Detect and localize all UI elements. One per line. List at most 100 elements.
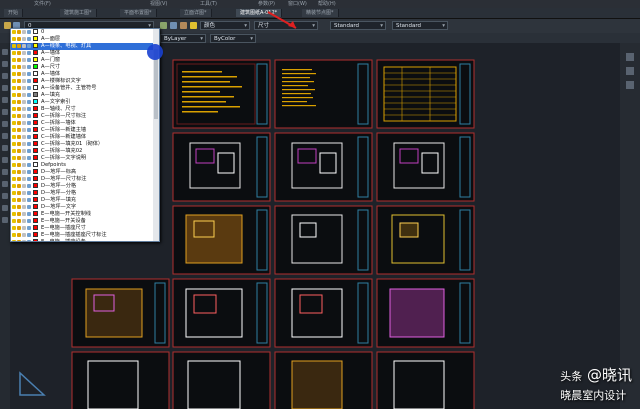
- lock-icon[interactable]: [22, 155, 26, 160]
- sun-icon[interactable]: [17, 43, 21, 48]
- plot-icon[interactable]: [27, 57, 31, 62]
- plot-icon[interactable]: [27, 162, 31, 167]
- lock-icon[interactable]: [22, 36, 26, 41]
- block-tool-icon[interactable]: [2, 133, 8, 139]
- sun-icon[interactable]: [17, 225, 21, 230]
- plot-icon[interactable]: [27, 183, 31, 188]
- lock-icon[interactable]: [22, 43, 26, 48]
- lock-icon[interactable]: [22, 50, 26, 55]
- plotstyle-dropdown[interactable]: ByColor ▾: [210, 34, 256, 43]
- layer-item[interactable]: A—设备管井、主管符号: [11, 85, 159, 92]
- sun-icon[interactable]: [17, 162, 21, 167]
- bulb-icon[interactable]: [12, 85, 16, 90]
- plan-sheet[interactable]: [71, 278, 170, 348]
- lock-icon[interactable]: [22, 99, 26, 104]
- sun-icon[interactable]: [17, 92, 21, 97]
- menu-tools[interactable]: 工具(T): [200, 0, 217, 8]
- bulb-icon[interactable]: [12, 29, 16, 34]
- layer-item[interactable]: C—拆除—新建墙体: [11, 134, 159, 141]
- text-tool-icon[interactable]: [2, 121, 8, 127]
- bulb-icon[interactable]: [12, 78, 16, 83]
- color-dropdown[interactable]: 颜色 ▾: [200, 21, 250, 30]
- layer-item[interactable]: 0: [11, 29, 159, 36]
- plot-icon[interactable]: [27, 225, 31, 230]
- lock-icon[interactable]: [22, 148, 26, 153]
- bulb-icon[interactable]: [12, 43, 16, 48]
- plot-icon[interactable]: [27, 29, 31, 34]
- circle-tool-icon[interactable]: [2, 73, 8, 79]
- layer-item[interactable]: A—线条、电视、灯具: [11, 43, 159, 50]
- bulb-icon[interactable]: [12, 190, 16, 195]
- tab-drawing-2[interactable]: 平面布置图*: [120, 9, 157, 17]
- lock-icon[interactable]: [22, 183, 26, 188]
- layer-item[interactable]: E—电施—插座设备: [11, 239, 159, 241]
- layer-item[interactable]: E—电施—开关设备: [11, 218, 159, 225]
- layer-item[interactable]: A—文字索引: [11, 99, 159, 106]
- layer-item[interactable]: E—电施—插座插座尺寸标注: [11, 232, 159, 239]
- layer-previous-icon[interactable]: [170, 22, 177, 29]
- sun-icon[interactable]: [17, 99, 21, 104]
- sun-icon[interactable]: [17, 239, 21, 241]
- menu-view[interactable]: 视图(V): [150, 0, 167, 8]
- plan-sheet[interactable]: [172, 132, 271, 202]
- plot-icon[interactable]: [27, 85, 31, 90]
- plan-sheet[interactable]: [274, 205, 373, 275]
- color-swatch-icon[interactable]: [190, 22, 197, 29]
- layer-item[interactable]: C—拆除—填充02: [11, 148, 159, 155]
- lock-icon[interactable]: [22, 239, 26, 241]
- bulb-icon[interactable]: [12, 155, 16, 160]
- bulb-icon[interactable]: [12, 239, 16, 241]
- bulb-icon[interactable]: [12, 113, 16, 118]
- sun-icon[interactable]: [17, 113, 21, 118]
- bulb-icon[interactable]: [12, 92, 16, 97]
- rotate-tool-icon[interactable]: [2, 169, 8, 175]
- sun-icon[interactable]: [17, 141, 21, 146]
- lock-icon[interactable]: [22, 57, 26, 62]
- sun-icon[interactable]: [17, 120, 21, 125]
- bulb-icon[interactable]: [12, 169, 16, 174]
- lock-icon[interactable]: [22, 162, 26, 167]
- layer-item[interactable]: A—填充: [11, 92, 159, 99]
- plot-icon[interactable]: [27, 232, 31, 237]
- trim-tool-icon[interactable]: [2, 193, 8, 199]
- sun-icon[interactable]: [17, 211, 21, 216]
- plan-sheet[interactable]: [274, 132, 373, 202]
- plan-sheet[interactable]: [172, 351, 271, 409]
- layer-item[interactable]: C—拆除—填充01（砌体）: [11, 141, 159, 148]
- bulb-icon[interactable]: [12, 127, 16, 132]
- plot-icon[interactable]: [27, 148, 31, 153]
- bulb-icon[interactable]: [12, 232, 16, 237]
- bulb-icon[interactable]: [12, 71, 16, 76]
- plan-sheet[interactable]: [172, 205, 271, 275]
- bulb-icon[interactable]: [12, 36, 16, 41]
- match-layer-icon[interactable]: [160, 22, 167, 29]
- lock-icon[interactable]: [22, 71, 26, 76]
- layer-item[interactable]: B—轴线、尺寸: [11, 106, 159, 113]
- sun-icon[interactable]: [17, 71, 21, 76]
- lock-icon[interactable]: [22, 197, 26, 202]
- bulb-icon[interactable]: [12, 120, 16, 125]
- sun-icon[interactable]: [17, 29, 21, 34]
- plot-icon[interactable]: [27, 197, 31, 202]
- lock-icon[interactable]: [22, 141, 26, 146]
- plot-icon[interactable]: [27, 176, 31, 181]
- text-style-dropdown[interactable]: Standard ▾: [330, 21, 386, 30]
- sheet-schedule[interactable]: [376, 59, 475, 129]
- layer-item[interactable]: D—地坪—填充: [11, 197, 159, 204]
- lock-icon[interactable]: [22, 113, 26, 118]
- extend-tool-icon[interactable]: [2, 205, 8, 211]
- plot-icon[interactable]: [27, 99, 31, 104]
- rectangle-tool-icon[interactable]: [2, 97, 8, 103]
- layer-item[interactable]: A—面层: [11, 36, 159, 43]
- lock-icon[interactable]: [22, 85, 26, 90]
- sun-icon[interactable]: [17, 134, 21, 139]
- bulb-icon[interactable]: [12, 99, 16, 104]
- layer-item[interactable]: A—楼梯标识文字: [11, 78, 159, 85]
- plot-icon[interactable]: [27, 50, 31, 55]
- sun-icon[interactable]: [17, 127, 21, 132]
- lock-icon[interactable]: [22, 92, 26, 97]
- plot-icon[interactable]: [27, 211, 31, 216]
- layer-isolate-icon[interactable]: [180, 22, 187, 29]
- sun-icon[interactable]: [17, 218, 21, 223]
- tab-drawing-3[interactable]: 立面详图*: [180, 9, 212, 17]
